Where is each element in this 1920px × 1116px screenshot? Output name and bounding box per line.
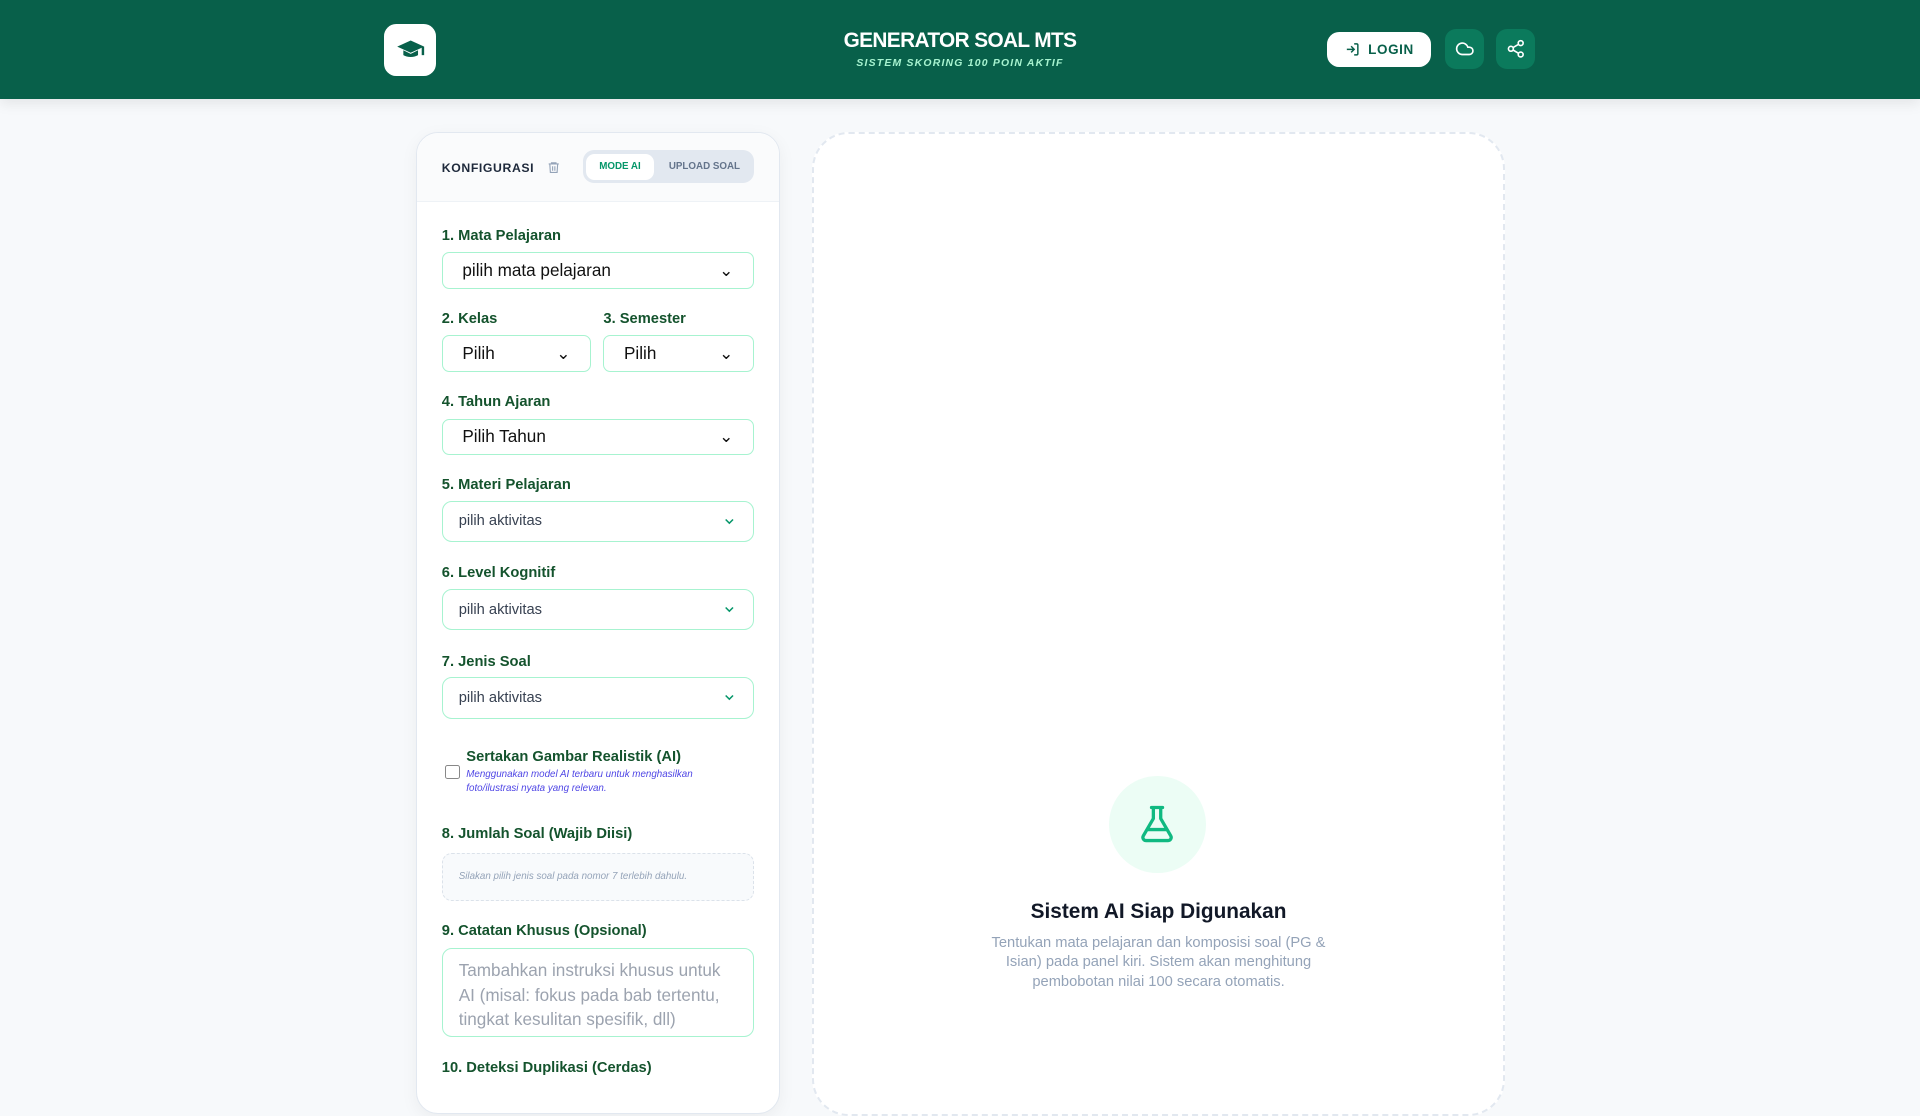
semester-select[interactable]: Pilih ⌄	[603, 335, 755, 372]
flask-icon-wrap	[1108, 775, 1206, 873]
catatan-textarea[interactable]: Tambahkan instruksi khusus untuk AI (mis…	[441, 947, 755, 1037]
dropdown-value: pilih aktivitas	[458, 513, 542, 530]
label-level-kognitif: 6. Level Kognitif	[441, 565, 556, 582]
label-tahun-ajaran: 4. Tahun Ajaran	[441, 394, 551, 411]
label-jumlah-soal: 8. Jumlah Soal (Wajib Diisi)	[441, 826, 633, 843]
tab-mode-ai[interactable]: MODE AI	[586, 154, 654, 180]
chevron-down-icon: ⌄	[719, 259, 734, 280]
kelas-select[interactable]: Pilih ⌄	[441, 335, 592, 372]
logo	[384, 24, 436, 76]
config-panel: KONFIGURASI MODE AI UPLOAD SOAL 1. Mata …	[416, 132, 780, 1114]
jumlah-soal-hint: Silakan pilih jenis soal pada nomor 7 te…	[441, 853, 755, 901]
app-title: GENERATOR SOAL MTS	[843, 29, 1077, 53]
select-value: Pilih Tahun	[462, 426, 546, 447]
label-materi: 5. Materi Pelajaran	[441, 477, 571, 494]
mode-toggle: MODE AI UPLOAD SOAL	[582, 150, 755, 184]
label-deteksi-duplikasi: 10. Deteksi Duplikasi (Cerdas)	[441, 1060, 652, 1077]
output-area: Sistem AI Siap Digunakan Tentukan mata p…	[811, 132, 1506, 1116]
label-semester: 3. Semester	[603, 310, 686, 327]
materi-dropdown[interactable]: pilih aktivitas	[441, 500, 755, 543]
share-icon	[1507, 39, 1525, 58]
label-mata-pelajaran: 1. Mata Pelajaran	[441, 227, 561, 244]
empty-description: Tentukan mata pelajaran dan komposisi so…	[991, 934, 1326, 990]
mata-pelajaran-select[interactable]: pilih mata pelajaran ⌄	[441, 252, 755, 289]
select-value: pilih mata pelajaran	[462, 259, 611, 280]
label-jenis-soal: 7. Jenis Soal	[441, 653, 531, 670]
share-button[interactable]	[1496, 29, 1536, 69]
empty-title: Sistem AI Siap Digunakan	[1030, 899, 1287, 923]
graduation-cap-icon	[396, 40, 424, 57]
dropdown-value: pilih aktivitas	[458, 601, 542, 618]
login-label: LOGIN	[1368, 42, 1414, 58]
trash-icon[interactable]	[547, 160, 560, 175]
select-value: Pilih	[462, 343, 495, 364]
chevron-down-icon	[725, 695, 734, 701]
panel-title: KONFIGURASI	[441, 161, 535, 176]
gambar-label: Sertakan Gambar Realistik (AI)	[466, 749, 681, 766]
level-kognitif-dropdown[interactable]: pilih aktivitas	[441, 588, 755, 631]
cloud-button[interactable]	[1444, 29, 1485, 69]
select-value: Pilih	[624, 343, 657, 364]
gambar-description: Menggunakan model AI terbaru untuk mengh…	[466, 768, 693, 795]
tab-upload-soal[interactable]: UPLOAD SOAL	[659, 154, 751, 180]
header: GENERATOR SOAL MTS SISTEM SKORING 100 PO…	[0, 0, 1920, 100]
chevron-down-icon	[725, 607, 734, 613]
login-icon	[1346, 43, 1359, 56]
chevron-down-icon: ⌄	[719, 343, 734, 364]
label-kelas: 2. Kelas	[441, 310, 498, 327]
dropdown-value: pilih aktivitas	[458, 689, 542, 706]
chevron-down-icon: ⌄	[556, 343, 571, 364]
chevron-down-icon	[725, 519, 734, 525]
tahun-ajaran-select[interactable]: Pilih Tahun ⌄	[441, 418, 755, 456]
label-catatan: 9. Catatan Khusus (Opsional)	[441, 923, 647, 940]
chevron-down-icon: ⌄	[719, 426, 734, 447]
flask-icon	[1141, 806, 1174, 843]
jenis-soal-dropdown[interactable]: pilih aktivitas	[441, 676, 755, 719]
gambar-checkbox[interactable]	[445, 765, 460, 780]
app-subtitle: SISTEM SKORING 100 POIN AKTIF	[856, 58, 1064, 70]
login-button[interactable]: LOGIN	[1327, 31, 1432, 68]
cloud-icon	[1455, 42, 1474, 56]
